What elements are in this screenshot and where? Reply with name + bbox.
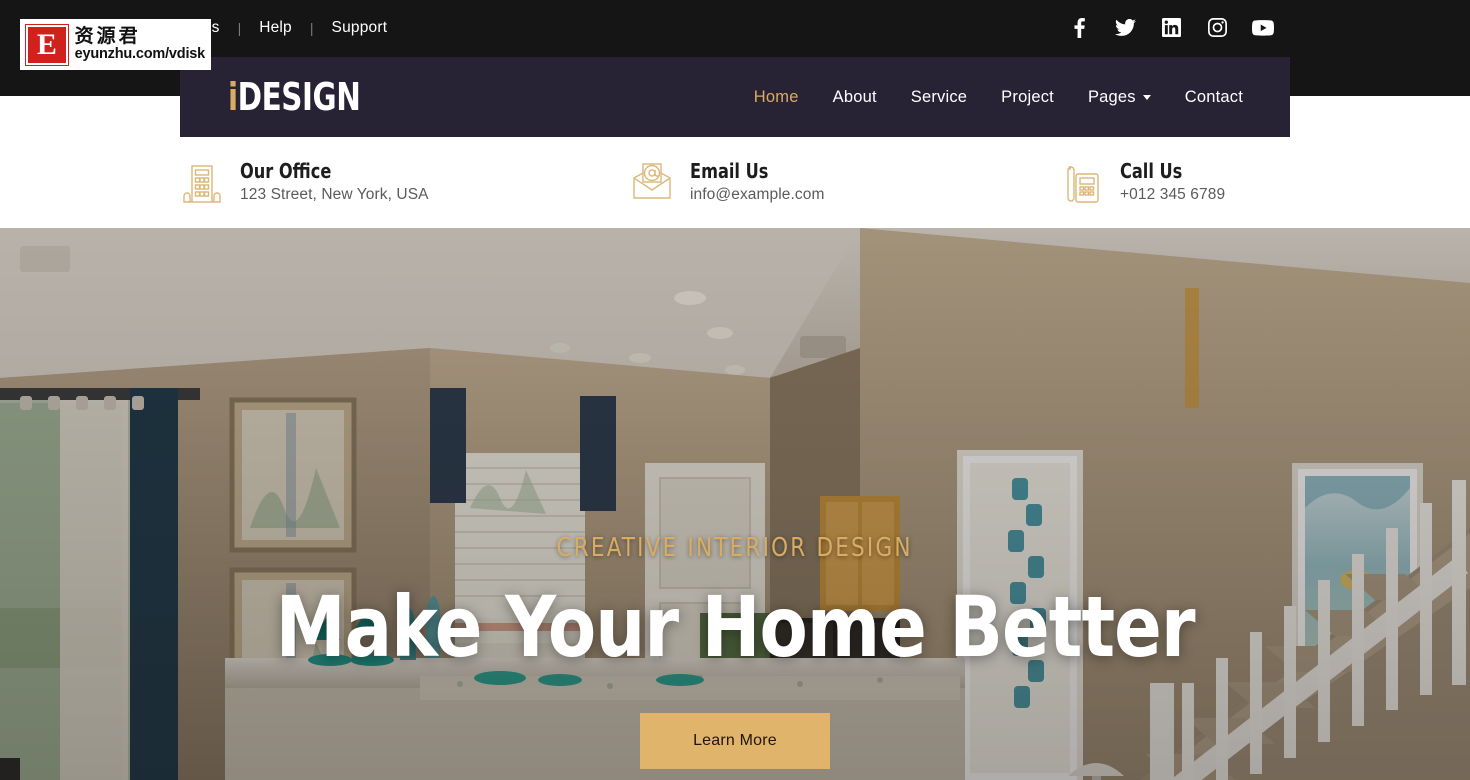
top-bar-inner: FAQs | Help | Support (180, 0, 1290, 55)
contact-phone-value: +012 345 6789 (1120, 185, 1226, 203)
nav-item-home[interactable]: Home (737, 88, 816, 107)
watermark-url: eyunzhu.com/vdisk (74, 45, 206, 62)
top-separator: | (309, 19, 314, 36)
contact-office: Our Office 123 Street, New York, USA (180, 158, 630, 206)
top-link-support[interactable]: Support (332, 19, 388, 37)
contact-email-value: info@example.com (690, 185, 825, 203)
learn-more-button[interactable]: Learn More (640, 713, 830, 769)
watermark-badge: E (25, 23, 69, 66)
top-link-help[interactable]: Help (259, 19, 292, 37)
contact-office-value: 123 Street, New York, USA (240, 185, 429, 203)
contact-office-title: Our Office (240, 158, 332, 183)
hero-carousel: CREATIVE INTERIOR DESIGN Make Your Home … (0, 228, 1470, 780)
hero-content: CREATIVE INTERIOR DESIGN Make Your Home … (0, 228, 1470, 780)
facebook-icon[interactable] (1056, 14, 1102, 42)
contact-info-inner: Our Office 123 Street, New York, USA Ema… (180, 158, 1290, 206)
hero-kicker: CREATIVE INTERIOR DESIGN (556, 533, 914, 563)
envelope-at-icon (630, 160, 674, 206)
nav-item-pages[interactable]: Pages (1071, 88, 1168, 107)
top-separator: | (237, 19, 242, 36)
contact-email-title: Email Us (690, 158, 769, 183)
nav-item-contact[interactable]: Contact (1168, 88, 1260, 107)
nav-item-service[interactable]: Service (894, 88, 984, 107)
watermark-overlay: E 资源君 eyunzhu.com/vdisk (20, 19, 211, 70)
watermark-cn-text: 资源君 (74, 24, 141, 47)
contact-phone-title: Call Us (1120, 158, 1183, 183)
top-links: FAQs | Help | Support (180, 19, 387, 37)
twitter-icon[interactable] (1102, 14, 1148, 42)
chevron-down-icon (1142, 94, 1151, 100)
nav-item-project[interactable]: Project (984, 88, 1071, 107)
brand-logo[interactable]: i DESIGN (228, 75, 361, 119)
contact-office-text: Our Office 123 Street, New York, USA (240, 158, 429, 205)
nav-menu: Home About Service Project Pages Contact (737, 88, 1260, 107)
linkedin-icon[interactable] (1148, 14, 1194, 42)
brand-name: DESIGN (237, 75, 361, 119)
nav-item-pages-label: Pages (1087, 87, 1136, 106)
main-navbar: i DESIGN Home About Service Project Pages… (180, 57, 1290, 137)
contact-phone: Call Us +012 345 6789 (1060, 158, 1290, 206)
brand-accent-letter: i (228, 75, 238, 119)
contact-phone-text: Call Us +012 345 6789 (1120, 158, 1226, 205)
contact-info-bar: Our Office 123 Street, New York, USA Ema… (0, 137, 1470, 228)
social-links (1056, 14, 1286, 42)
youtube-icon[interactable] (1240, 14, 1286, 42)
contact-email: Email Us info@example.com (630, 158, 1060, 206)
telephone-icon (1060, 160, 1104, 206)
instagram-icon[interactable] (1194, 14, 1240, 42)
page-root: FAQs | Help | Support (0, 0, 1470, 780)
nav-item-about[interactable]: About (816, 88, 894, 107)
hero-title: Make Your Home Better (275, 578, 1195, 676)
building-icon (180, 160, 224, 206)
contact-email-text: Email Us info@example.com (690, 158, 825, 205)
watermark-text: 资源君 eyunzhu.com/vdisk (74, 24, 206, 62)
